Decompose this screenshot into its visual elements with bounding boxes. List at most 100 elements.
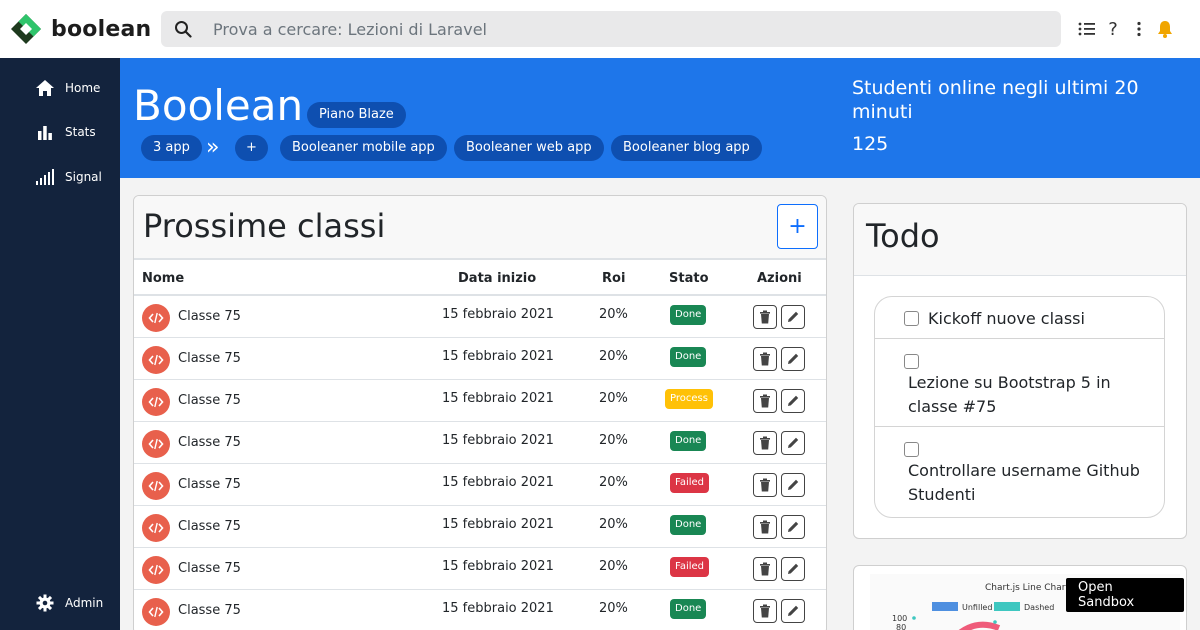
edit-button[interactable] bbox=[781, 347, 805, 371]
apps-count-badge[interactable]: 3 app bbox=[141, 135, 202, 161]
sidebar-item-label: Home bbox=[65, 81, 101, 95]
delete-button[interactable] bbox=[753, 389, 777, 413]
column-header-roi[interactable]: Roi bbox=[602, 271, 625, 286]
trash-icon bbox=[760, 436, 770, 450]
edit-button[interactable] bbox=[781, 599, 805, 623]
pencil-icon bbox=[788, 479, 799, 490]
status-badge: Done bbox=[670, 431, 707, 451]
app-badge-web[interactable]: Booleaner web app bbox=[454, 135, 604, 161]
logo[interactable]: boolean bbox=[10, 13, 151, 45]
app-badge-blog[interactable]: Booleaner blog app bbox=[611, 135, 762, 161]
list-icon[interactable] bbox=[1074, 17, 1100, 41]
class-roi: 20% bbox=[599, 349, 628, 364]
todo-item[interactable]: Lezione su Bootstrap 5 in classe #75 bbox=[875, 339, 1164, 427]
tick-label: 80 bbox=[896, 623, 906, 630]
todo-item[interactable]: Kickoff nuove classi bbox=[875, 297, 1164, 339]
delete-button[interactable] bbox=[753, 473, 777, 497]
column-header-actions: Azioni bbox=[757, 271, 802, 286]
class-roi: 20% bbox=[599, 307, 628, 322]
signal-icon bbox=[34, 167, 56, 187]
sidebar-item-admin[interactable]: Admin bbox=[34, 593, 103, 613]
table-row[interactable]: Classe 75 15 febbraio 2021 20% Done bbox=[134, 590, 826, 630]
class-name[interactable]: Classe 75 bbox=[178, 519, 241, 534]
help-icon[interactable]: ? bbox=[1100, 17, 1126, 41]
status-badge: Done bbox=[670, 347, 707, 367]
class-name[interactable]: Classe 75 bbox=[178, 309, 241, 324]
status-badge: Failed bbox=[670, 557, 710, 577]
todo-checkbox[interactable] bbox=[904, 442, 919, 457]
code-icon bbox=[142, 472, 170, 500]
edit-button[interactable] bbox=[781, 473, 805, 497]
search-icon bbox=[163, 11, 203, 47]
class-date: 15 febbraio 2021 bbox=[442, 517, 554, 532]
open-sandbox-button[interactable]: Open Sandbox bbox=[1066, 578, 1184, 612]
class-date: 15 febbraio 2021 bbox=[442, 475, 554, 490]
chevrons-right-icon: » bbox=[206, 135, 220, 160]
online-students-label: Studenti online negli ultimi 20 minuti bbox=[852, 77, 1139, 123]
status-badge: Done bbox=[670, 305, 707, 325]
classes-title: Prossime classi bbox=[143, 207, 386, 245]
column-header-name[interactable]: Nome bbox=[142, 271, 184, 286]
search-bar[interactable] bbox=[161, 11, 1061, 47]
column-header-status[interactable]: Stato bbox=[669, 271, 709, 286]
class-name[interactable]: Classe 75 bbox=[178, 351, 241, 366]
table-row[interactable]: Classe 75 15 febbraio 2021 20% Done bbox=[134, 338, 826, 380]
todo-item[interactable]: Controllare username Github Studenti bbox=[875, 427, 1164, 517]
class-name[interactable]: Classe 75 bbox=[178, 435, 241, 450]
todo-checkbox[interactable] bbox=[904, 311, 919, 326]
table-row[interactable]: Classe 75 15 febbraio 2021 20% Done bbox=[134, 422, 826, 464]
delete-button[interactable] bbox=[753, 431, 777, 455]
trash-icon bbox=[760, 562, 770, 576]
delete-button[interactable] bbox=[753, 347, 777, 371]
class-name[interactable]: Classe 75 bbox=[178, 477, 241, 492]
class-roi: 20% bbox=[599, 433, 628, 448]
class-date: 15 febbraio 2021 bbox=[442, 601, 554, 616]
table-row[interactable]: Classe 75 15 febbraio 2021 20% Process bbox=[134, 380, 826, 422]
class-date: 15 febbraio 2021 bbox=[442, 433, 554, 448]
table-header: Nome Data inizio Roi Stato Azioni bbox=[134, 260, 826, 296]
delete-button[interactable] bbox=[753, 557, 777, 581]
class-name[interactable]: Classe 75 bbox=[178, 603, 241, 618]
edit-button[interactable] bbox=[781, 515, 805, 539]
app-badge-mobile[interactable]: Booleaner mobile app bbox=[280, 135, 447, 161]
todo-list: Kickoff nuove classi Lezione su Bootstra… bbox=[874, 296, 1165, 518]
edit-button[interactable] bbox=[781, 389, 805, 413]
class-name[interactable]: Classe 75 bbox=[178, 561, 241, 576]
code-icon bbox=[142, 346, 170, 374]
search-input[interactable] bbox=[213, 19, 1033, 39]
table-row[interactable]: Classe 75 15 febbraio 2021 20% Done bbox=[134, 506, 826, 548]
table-row[interactable]: Classe 75 15 febbraio 2021 20% Failed bbox=[134, 464, 826, 506]
delete-button[interactable] bbox=[753, 515, 777, 539]
table-row[interactable]: Classe 75 15 febbraio 2021 20% Done bbox=[134, 296, 826, 338]
todo-item-text: Kickoff nuove classi bbox=[928, 309, 1085, 328]
pencil-icon bbox=[788, 437, 799, 448]
sidebar-item-stats[interactable]: Stats bbox=[34, 122, 96, 142]
edit-button[interactable] bbox=[781, 305, 805, 329]
pencil-icon bbox=[788, 353, 799, 364]
edit-button[interactable] bbox=[781, 557, 805, 581]
logo-icon bbox=[10, 13, 42, 45]
sidebar-item-home[interactable]: Home bbox=[34, 78, 100, 98]
column-header-date[interactable]: Data inizio bbox=[458, 271, 536, 286]
pencil-icon bbox=[788, 395, 799, 406]
edit-button[interactable] bbox=[781, 431, 805, 455]
data-point bbox=[912, 616, 916, 620]
sidebar-item-signal[interactable]: Signal bbox=[34, 167, 102, 187]
more-vertical-icon[interactable] bbox=[1126, 17, 1152, 41]
class-name[interactable]: Classe 75 bbox=[178, 393, 241, 408]
pencil-icon bbox=[788, 563, 799, 574]
code-icon bbox=[142, 514, 170, 542]
code-icon bbox=[142, 430, 170, 458]
pencil-icon bbox=[788, 605, 799, 616]
class-date: 15 febbraio 2021 bbox=[442, 559, 554, 574]
todo-checkbox[interactable] bbox=[904, 354, 919, 369]
class-roi: 20% bbox=[599, 601, 628, 616]
table-row[interactable]: Classe 75 15 febbraio 2021 20% Failed bbox=[134, 548, 826, 590]
delete-button[interactable] bbox=[753, 305, 777, 329]
add-class-button[interactable]: + bbox=[777, 204, 818, 249]
plan-badge[interactable]: Piano Blaze bbox=[307, 102, 406, 128]
status-badge: Process bbox=[665, 389, 713, 409]
delete-button[interactable] bbox=[753, 599, 777, 623]
bell-icon[interactable] bbox=[1152, 17, 1178, 41]
add-app-button[interactable]: + bbox=[235, 135, 268, 161]
